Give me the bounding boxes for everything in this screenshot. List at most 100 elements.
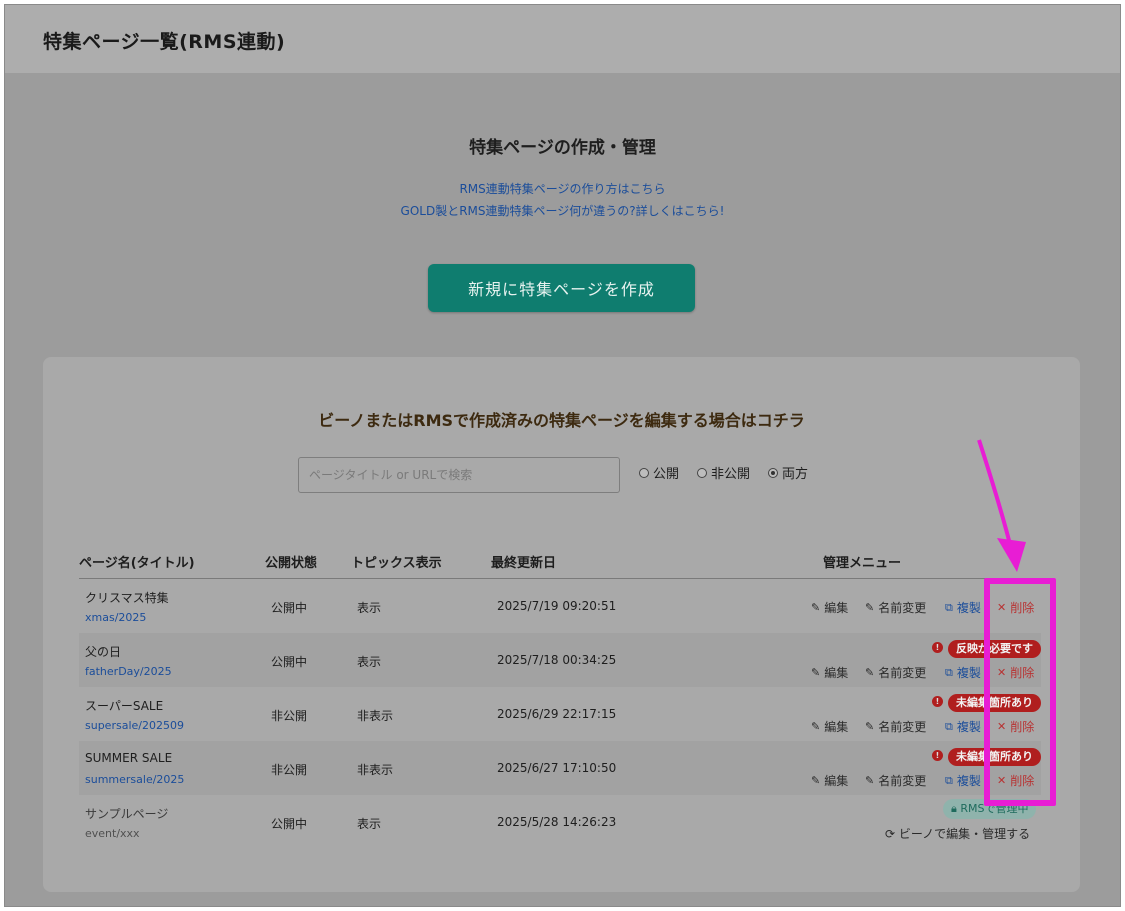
topics-display: 非表示 [357, 709, 394, 723]
radio-circle-checked [768, 467, 779, 478]
column-header-status: 公開状態 [265, 556, 318, 571]
copy-icon: ⧉ [945, 665, 953, 679]
close-icon: ✕ [997, 720, 1007, 733]
pencil-icon: ✎ [811, 720, 821, 733]
copy-label: 複製 [956, 774, 981, 788]
bino-manage-link[interactable]: ⟳ ビーノで編集・管理する [885, 825, 1030, 842]
pencil-icon: ✎ [865, 666, 875, 679]
copy-label: 複製 [956, 601, 981, 615]
help-link-howto[interactable]: RMS連動特集ページの作り方はこちら [5, 180, 1120, 197]
close-icon: ✕ [997, 666, 1007, 679]
delete-label: 削除 [1010, 720, 1035, 734]
page-name: スーパーSALE [85, 699, 164, 713]
help-link-difference[interactable]: GOLD製とRMS連動特集ページ何が違うの?詳しくはこちら! [5, 202, 1120, 219]
delete-label: 削除 [1010, 666, 1035, 680]
copy-icon: ⧉ [945, 600, 953, 614]
delete-button[interactable]: ✕ 削除 [997, 599, 1034, 616]
status-badge: 未編集箇所あり [948, 694, 1041, 712]
pencil-icon: ✎ [865, 720, 875, 733]
topics-display: 表示 [357, 655, 382, 669]
last-updated: 2025/5/28 14:26:23 [497, 815, 617, 829]
page-name: サンプルページ [85, 807, 169, 821]
copy-button[interactable]: ⧉ 複製 [945, 718, 981, 735]
table-row: 父の日 fatherDay/2025 公開中 表示 2025/7/18 00:3… [79, 633, 1041, 687]
edit-button[interactable]: ✎ 編集 [811, 772, 848, 789]
rename-button[interactable]: ✎ 名前変更 [865, 599, 926, 616]
warning-icon: ! [932, 642, 943, 653]
page-slug[interactable]: xmas/2025 [85, 611, 146, 624]
warning-icon: ! [932, 696, 943, 707]
pencil-icon: ✎ [811, 601, 821, 614]
rms-badge-label: RMSで管理中 [960, 802, 1029, 815]
copy-button[interactable]: ⧉ 複製 [945, 599, 981, 616]
edit-label: 編集 [824, 666, 849, 680]
warning-icon: ! [932, 750, 943, 761]
pencil-icon: ✎ [811, 666, 821, 679]
create-page-button[interactable]: 新規に特集ページを作成 [428, 264, 695, 312]
edit-label: 編集 [824, 720, 849, 734]
rename-label: 名前変更 [878, 774, 927, 788]
page-slug: event/xxx [85, 827, 140, 840]
radio-circle [639, 467, 649, 478]
bino-link-label: ビーノで編集・管理する [898, 827, 1031, 841]
page-name: 父の日 [85, 645, 122, 659]
radio-circle [697, 467, 708, 478]
existing-pages-card: ビーノまたはRMSで作成済みの特集ページを編集する場合はコチラ ページタイトル … [43, 357, 1080, 892]
radio-label: 両方 [782, 467, 809, 482]
pencil-icon: ✎ [865, 774, 875, 787]
last-updated: 2025/7/18 00:34:25 [497, 653, 617, 667]
pencil-icon: ✎ [865, 601, 875, 614]
topics-display: 非表示 [357, 763, 394, 777]
edit-button[interactable]: ✎ 編集 [811, 664, 848, 681]
publish-status: 非公開 [271, 709, 308, 723]
section-title: 特集ページの作成・管理 [469, 138, 656, 158]
page-name: クリスマス特集 [85, 591, 169, 605]
delete-label: 削除 [1010, 774, 1035, 788]
publish-status: 公開中 [271, 655, 308, 669]
delete-button[interactable]: ✕ 削除 [997, 718, 1034, 735]
delete-button[interactable]: ✕ 削除 [997, 664, 1034, 681]
rename-label: 名前変更 [878, 720, 927, 734]
page-slug[interactable]: supersale/202509 [85, 719, 184, 732]
close-icon: ✕ [997, 774, 1007, 787]
page-slug[interactable]: summersale/2025 [85, 773, 184, 786]
copy-button[interactable]: ⧉ 複製 [945, 664, 981, 681]
rename-button[interactable]: ✎ 名前変更 [865, 772, 926, 789]
edit-label: 編集 [824, 774, 849, 788]
rename-button[interactable]: ✎ 名前変更 [865, 718, 926, 735]
copy-icon: ⧉ [945, 719, 953, 733]
column-header-topics: トピックス表示 [351, 556, 442, 571]
edit-button[interactable]: ✎ 編集 [811, 718, 848, 735]
lock-icon: 🔒︎ [951, 802, 957, 815]
publish-status: 公開中 [271, 601, 308, 615]
copy-button[interactable]: ⧉ 複製 [945, 772, 981, 789]
column-header-updated: 最終更新日 [491, 556, 557, 571]
status-badge: 未編集箇所あり [948, 748, 1041, 766]
visibility-filter: 公開 非公開 両方 [639, 463, 808, 482]
pencil-icon: ✎ [811, 774, 821, 787]
card-title: ビーノまたはRMSで作成済みの特集ページを編集する場合はコチラ [318, 411, 805, 430]
refresh-icon: ⟳ [885, 827, 896, 841]
table-row: スーパーSALE supersale/202509 非公開 非表示 2025/6… [79, 687, 1041, 741]
table-row: SUMMER SALE summersale/2025 非公開 非表示 2025… [79, 741, 1041, 795]
app-window: 特集ページ一覧(RMS連動) 特集ページの作成・管理 RMS連動特集ページの作り… [4, 4, 1121, 907]
copy-icon: ⧉ [945, 773, 953, 787]
copy-label: 複製 [956, 666, 981, 680]
publish-status: 非公開 [271, 763, 308, 777]
radio-private[interactable]: 非公開 [697, 463, 750, 482]
rename-button[interactable]: ✎ 名前変更 [865, 664, 926, 681]
delete-button[interactable]: ✕ 削除 [997, 772, 1034, 789]
delete-label: 削除 [1010, 601, 1035, 615]
last-updated: 2025/7/19 09:20:51 [497, 599, 617, 613]
search-input[interactable]: ページタイトル or URLで検索 [298, 457, 620, 493]
topics-display: 表示 [357, 601, 382, 615]
copy-label: 複製 [956, 720, 981, 734]
edit-button[interactable]: ✎ 編集 [811, 599, 848, 616]
table-row: サンプルページ event/xxx 公開中 表示 2025/5/28 14:26… [79, 795, 1041, 849]
radio-public[interactable]: 公開 [639, 463, 679, 482]
radio-label: 非公開 [711, 467, 751, 482]
rename-label: 名前変更 [878, 666, 927, 680]
radio-both[interactable]: 両方 [768, 463, 808, 482]
radio-label: 公開 [653, 467, 680, 482]
page-slug[interactable]: fatherDay/2025 [85, 665, 172, 678]
